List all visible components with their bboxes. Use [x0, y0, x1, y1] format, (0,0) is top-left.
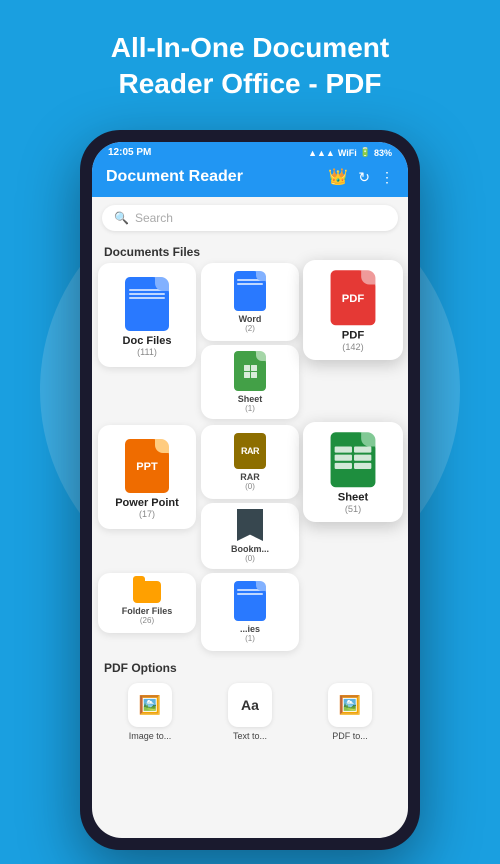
rar-icon: RAR: [234, 433, 266, 469]
ppt-label: Power Point: [115, 497, 179, 509]
doc-files-card[interactable]: Doc Files (111): [98, 263, 196, 367]
status-icons: ▲▲▲ WiFi 🔋 83%: [308, 147, 392, 158]
text-to-option[interactable]: Aa Text to...: [228, 683, 272, 741]
image-to-icon: 🖼️: [128, 683, 172, 727]
image-to-label: Image to...: [129, 731, 172, 741]
sheet-large-icon: [331, 432, 376, 487]
bookmark-label: Bookm...: [231, 544, 269, 554]
more-icon[interactable]: ⋮: [380, 169, 394, 186]
text-to-icon: Aa: [228, 683, 272, 727]
battery-level: 83%: [374, 148, 392, 158]
refresh-icon[interactable]: ↻: [358, 169, 370, 186]
battery-icon: 🔋: [360, 147, 371, 158]
image-to-option[interactable]: 🖼️ Image to...: [128, 683, 172, 741]
phone-screen: 12:05 PM ▲▲▲ WiFi 🔋 83% Document Reader …: [92, 142, 408, 838]
doc-files-count: (111): [137, 347, 157, 357]
files-count: (1): [245, 634, 255, 643]
ppt-count: (17): [139, 509, 155, 519]
folder-icon: [133, 581, 161, 603]
bookmark-icon: [237, 509, 263, 541]
pdf-card[interactable]: PDF PDF (142): [303, 260, 403, 360]
sheet-small-icon: [234, 351, 266, 391]
sheet-small-card[interactable]: Sheet (1): [201, 345, 299, 419]
text-to-label: Text to...: [233, 731, 267, 741]
search-bar[interactable]: 🔍 Search: [102, 205, 398, 231]
phone-frame: 12:05 PM ▲▲▲ WiFi 🔋 83% Document Reader …: [80, 130, 420, 850]
files-card[interactable]: ...ies (1): [201, 573, 299, 651]
pdf-count: (142): [342, 342, 363, 352]
pdf-options-label: PDF Options: [92, 655, 408, 679]
pdf-to-icon: 🖼️: [328, 683, 372, 727]
folder-count: (26): [140, 616, 154, 625]
rar-label: RAR: [240, 472, 260, 482]
bookmark-card[interactable]: Bookm... (0): [201, 503, 299, 569]
crown-icon[interactable]: 👑: [328, 167, 348, 187]
doc-files-label: Doc Files: [123, 335, 172, 347]
search-placeholder: Search: [135, 211, 173, 225]
pdf-to-option[interactable]: 🖼️ PDF to...: [328, 683, 372, 741]
app-title: Document Reader: [106, 168, 243, 186]
powerpoint-card[interactable]: PPT Power Point (17): [98, 425, 196, 529]
signal-icon: ▲▲▲: [308, 148, 335, 158]
sheet-large-label: Sheet: [338, 491, 369, 503]
sheet-large-count: (51): [345, 504, 361, 514]
pdf-icon: PDF: [331, 270, 376, 325]
pdf-options-row: 🖼️ Image to... Aa Text to... 🖼️ PDF to..…: [92, 679, 408, 745]
rar-count: (0): [245, 482, 255, 491]
search-icon: 🔍: [114, 211, 129, 225]
rar-card[interactable]: RAR RAR (0): [201, 425, 299, 499]
bookmark-count: (0): [245, 554, 255, 563]
folder-label: Folder Files: [122, 606, 173, 616]
page-title: All-In-One Document Reader Office - PDF: [20, 30, 480, 103]
ppt-icon: PPT: [125, 439, 169, 493]
word-card[interactable]: Word (2): [201, 263, 299, 341]
word-icon: [234, 271, 266, 311]
wifi-icon: WiFi: [338, 148, 357, 158]
files-icon: [234, 581, 266, 621]
pdf-label: PDF: [342, 329, 364, 341]
doc-files-icon: [125, 277, 169, 331]
pdf-to-label: PDF to...: [332, 731, 368, 741]
page-header: All-In-One Document Reader Office - PDF: [0, 0, 500, 123]
sheet-large-card[interactable]: Sheet (51): [303, 422, 403, 522]
word-count: (2): [245, 324, 255, 333]
app-header: Document Reader 👑 ↻ ⋮: [92, 161, 408, 197]
sheet-small-label: Sheet: [238, 394, 263, 404]
files-label: ...ies: [240, 624, 260, 634]
sheet-small-count: (1): [245, 404, 255, 413]
status-time: 12:05 PM: [108, 147, 151, 158]
header-icons: 👑 ↻ ⋮: [328, 167, 394, 187]
folder-card[interactable]: Folder Files (26): [98, 573, 196, 633]
status-bar: 12:05 PM ▲▲▲ WiFi 🔋 83%: [92, 142, 408, 161]
scroll-content: Documents Files: [92, 239, 408, 838]
word-label: Word: [239, 314, 262, 324]
